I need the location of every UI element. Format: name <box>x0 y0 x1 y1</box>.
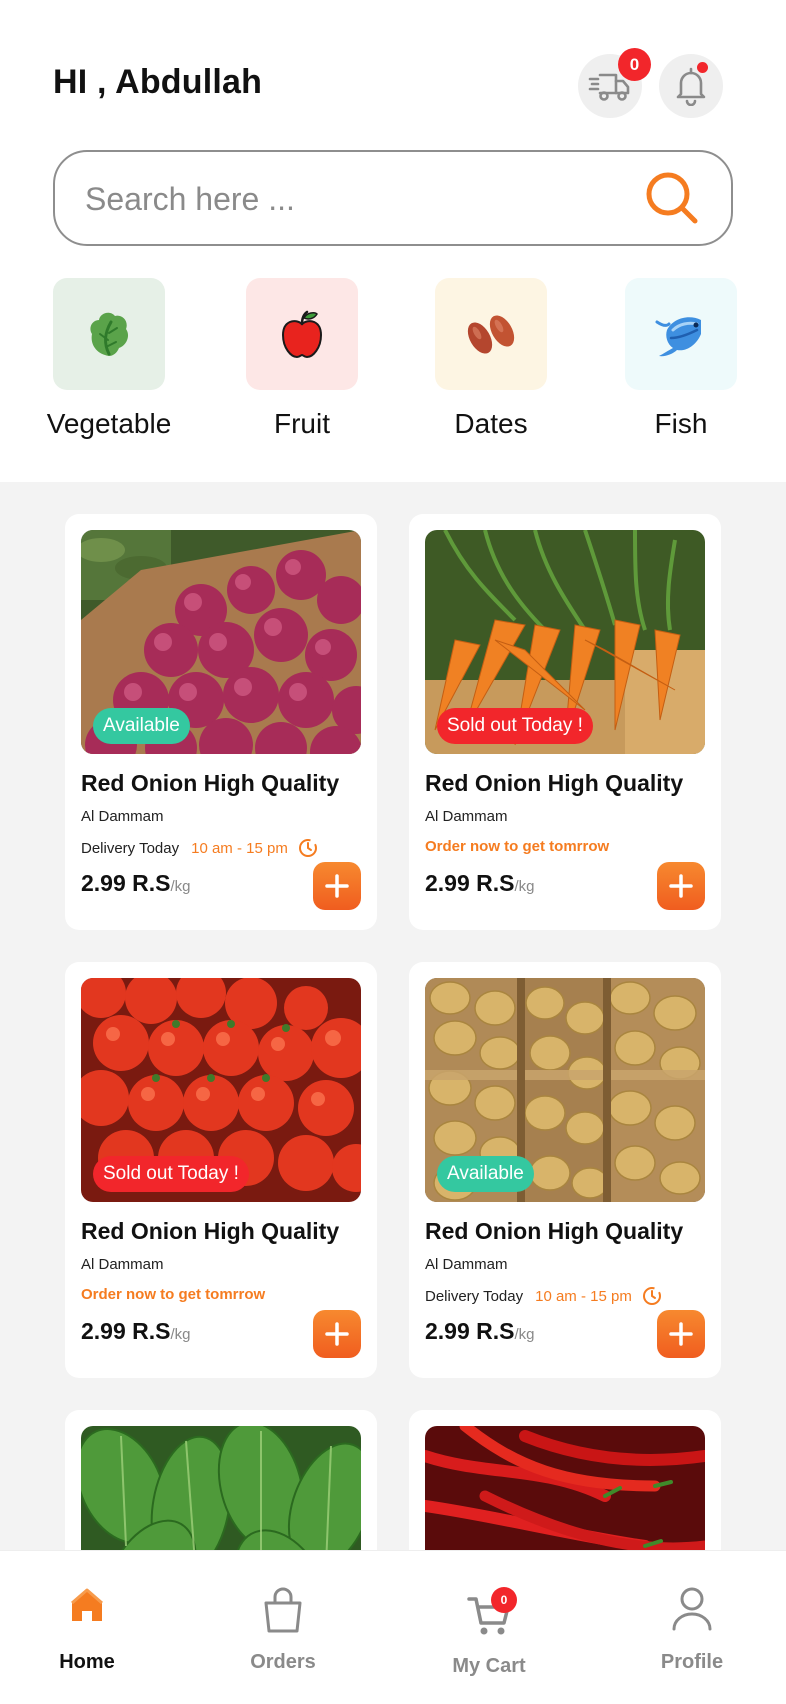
add-to-cart-button[interactable] <box>313 862 361 910</box>
nav-home[interactable]: Home <box>17 1551 157 1704</box>
delivery-time: 10 am - 15 pm <box>191 839 288 857</box>
availability-badge: Available <box>93 708 190 744</box>
product-title: Red Onion High Quality <box>425 770 684 796</box>
cart-count-badge: 0 <box>491 1587 517 1613</box>
product-image: Sold out Today ! <box>81 978 361 1202</box>
availability-badge: Sold out Today ! <box>93 1156 249 1192</box>
delivery-label: Delivery Today <box>425 1287 524 1305</box>
nav-cart[interactable]: My Cart <box>419 1551 559 1704</box>
product-card[interactable]: Available Red Onion High Quality Al Damm… <box>409 962 721 1378</box>
nav-orders[interactable]: Orders <box>213 1551 353 1704</box>
product-image <box>81 1426 361 1550</box>
nav-label: Profile <box>660 1651 724 1673</box>
search-input[interactable] <box>85 174 625 224</box>
price-unit: /kg <box>514 1326 535 1343</box>
category-tile <box>625 278 737 390</box>
shopping-bag-icon <box>264 1587 302 1633</box>
product-card[interactable]: Sold out Today ! Red Onion High Quality … <box>65 962 377 1378</box>
price-unit: /kg <box>170 878 191 895</box>
product-card[interactable] <box>65 1410 377 1550</box>
greeting: HI , Abdullah <box>53 63 263 101</box>
nav-label: My Cart <box>452 1655 526 1677</box>
search-bar[interactable] <box>53 150 733 246</box>
plus-icon <box>669 1322 693 1346</box>
product-feed[interactable]: Available Red Onion High Quality Al Damm… <box>0 482 786 1550</box>
product-image: Available <box>81 530 361 754</box>
notifications-button[interactable] <box>659 54 723 118</box>
category-vegetable[interactable]: Vegetable <box>47 278 171 439</box>
product-image: Sold out Today ! <box>425 530 705 754</box>
apple-icon <box>281 310 323 359</box>
bottom-navigation: Home Orders My Cart 0 Profile <box>0 1550 786 1704</box>
product-location: Al Dammam <box>81 808 164 825</box>
product-price: 2.99 R.S/kg <box>425 1318 535 1345</box>
category-tile <box>246 278 358 390</box>
price-unit: /kg <box>514 878 535 895</box>
category-fruit[interactable]: Fruit <box>246 278 358 439</box>
clock-icon <box>298 839 317 857</box>
product-card[interactable]: Available Red Onion High Quality Al Damm… <box>65 514 377 930</box>
product-price: 2.99 R.S/kg <box>425 870 535 897</box>
product-location: Al Dammam <box>81 1256 164 1273</box>
availability-badge: Sold out Today ! <box>437 708 593 744</box>
plus-icon <box>325 1322 349 1346</box>
nav-label: Home <box>59 1651 115 1673</box>
plus-icon <box>669 874 693 898</box>
add-to-cart-button[interactable] <box>657 1310 705 1358</box>
nav-profile[interactable]: Profile <box>622 1551 762 1704</box>
category-tile <box>53 278 165 390</box>
category-label: Dates <box>454 408 528 439</box>
product-location: Al Dammam <box>425 808 508 825</box>
plus-icon <box>325 874 349 898</box>
lettuce-icon <box>90 312 129 356</box>
clock-icon <box>642 1287 661 1305</box>
product-title: Red Onion High Quality <box>81 1218 340 1244</box>
price-amount: 2.99 R.S <box>81 870 171 896</box>
product-price: 2.99 R.S/kg <box>81 870 191 897</box>
delivery-info: Delivery Today 10 am - 15 pm <box>81 838 318 858</box>
price-amount: 2.99 R.S <box>81 1318 171 1344</box>
product-image: Available <box>425 978 705 1202</box>
product-image <box>425 1426 705 1550</box>
product-title: Red Onion High Quality <box>425 1218 684 1244</box>
category-dates[interactable]: Dates <box>435 278 547 439</box>
category-tile <box>435 278 547 390</box>
product-card[interactable] <box>409 1410 721 1550</box>
category-fish[interactable]: Fish <box>625 278 737 439</box>
profile-icon <box>672 1587 712 1631</box>
delivery-time: 10 am - 15 pm <box>535 1287 632 1305</box>
search-icon[interactable] <box>643 169 701 227</box>
category-label: Fruit <box>274 408 330 439</box>
notification-dot <box>697 62 708 73</box>
availability-badge: Available <box>437 1156 534 1192</box>
home-icon <box>71 1588 103 1621</box>
order-note: Order now to get tomrrow <box>425 838 610 855</box>
order-note: Order now to get tomrrow <box>81 1286 266 1303</box>
price-amount: 2.99 R.S <box>425 870 515 896</box>
category-label: Vegetable <box>46 408 172 439</box>
add-to-cart-button[interactable] <box>657 862 705 910</box>
product-price: 2.99 R.S/kg <box>81 1318 191 1345</box>
price-unit: /kg <box>170 1326 191 1343</box>
product-title: Red Onion High Quality <box>81 770 340 796</box>
header: HI , Abdullah 0 Search here ... Vegetabl… <box>0 0 786 482</box>
add-to-cart-button[interactable] <box>313 1310 361 1358</box>
product-location: Al Dammam <box>425 1256 508 1273</box>
delivery-info: Delivery Today 10 am - 15 pm <box>425 1286 662 1306</box>
category-label: Fish <box>654 408 708 439</box>
delivery-count-badge: 0 <box>618 48 651 81</box>
fish-icon <box>655 317 701 357</box>
price-amount: 2.99 R.S <box>425 1318 515 1344</box>
delivery-label: Delivery Today <box>81 839 180 857</box>
product-card[interactable]: Sold out Today ! Red Onion High Quality … <box>409 514 721 930</box>
nav-label: Orders <box>250 1651 316 1673</box>
dates-icon <box>467 315 515 354</box>
